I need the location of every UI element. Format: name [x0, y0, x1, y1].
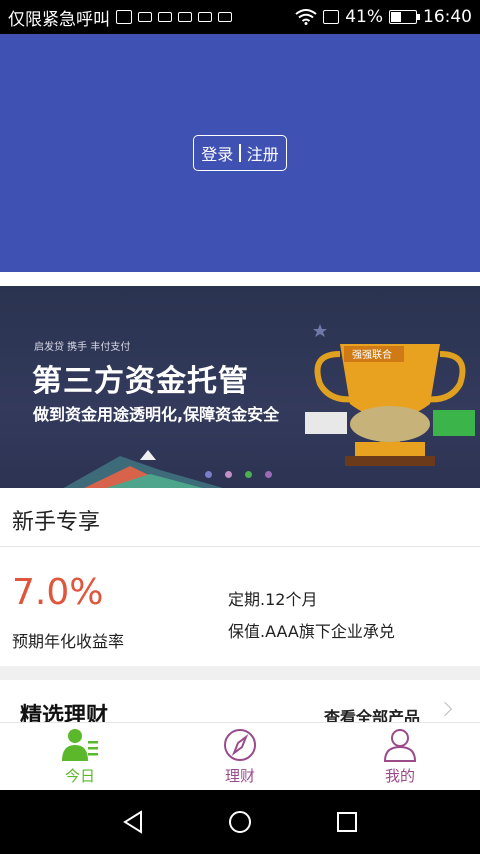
newbie-title: 新手专享	[12, 510, 101, 535]
wifi-icon	[295, 9, 317, 25]
chevron-right-icon[interactable]	[437, 701, 453, 717]
carousel-dot[interactable]	[245, 471, 252, 478]
clock: 16:40	[423, 7, 472, 27]
banner-subtitle: 做到资金用途透明化,保障资金安全	[33, 405, 280, 424]
carousel-dot[interactable]	[205, 471, 212, 478]
system-nav-bar	[0, 790, 480, 854]
keyboard-icon	[138, 12, 152, 22]
banner-tags: 启发贷 携手 丰付支付	[34, 342, 131, 353]
carousel-dot[interactable]	[265, 471, 272, 478]
user-icon	[383, 729, 417, 762]
sim-icon	[116, 10, 132, 24]
term-text: 定期.12个月	[228, 590, 318, 609]
promo-banner[interactable]: 启发贷 携手 丰付支付 第三方资金托管 做到资金用途透明化,保障资金安全 强强联…	[0, 286, 480, 488]
tab-label: 今日	[64, 767, 95, 785]
tab-label: 我的	[384, 767, 415, 785]
carousel-dot[interactable]	[225, 471, 232, 478]
notification-icon	[158, 12, 172, 22]
battery-percent: 41%	[345, 7, 383, 27]
notification-icon	[218, 12, 232, 22]
rate-label: 预期年化收益率	[12, 632, 125, 651]
status-bar: 仅限紧急呼叫 41% 16:40	[0, 0, 480, 34]
sim-card-icon	[323, 10, 340, 24]
notification-icon	[198, 12, 212, 22]
selected-products-header: 精选理财 查看全部产品	[0, 680, 480, 729]
landscape-illustration	[63, 450, 223, 488]
login-button[interactable]: 登录	[201, 141, 233, 165]
compass-icon	[224, 729, 256, 761]
tab-finance[interactable]: 理财	[160, 723, 320, 790]
guarantee-text: 保值.AAA旗下企业承兑	[228, 622, 395, 641]
trophy-handshake-illustration: 强强联合	[305, 324, 475, 466]
divider	[0, 546, 480, 547]
carrier-text: 仅限紧急呼叫	[8, 9, 110, 30]
notification-icon	[178, 12, 192, 22]
spacer	[0, 272, 480, 286]
bottom-tab-bar: 今日 理财 我的	[0, 722, 480, 790]
newbie-card[interactable]: 新手专享 7.0% 预期年化收益率 定期.12个月 保值.AAA旗下企业承兑	[0, 488, 480, 666]
battery-icon	[389, 10, 420, 24]
tab-mine[interactable]: 我的	[320, 723, 480, 790]
trophy-label: 强强联合	[352, 348, 392, 361]
person-list-icon	[62, 729, 98, 761]
tab-today[interactable]: 今日	[0, 723, 160, 790]
register-button[interactable]: 注册	[247, 141, 279, 165]
account-header: 登录 注册	[0, 34, 480, 272]
rate-value: 7.0%	[12, 572, 104, 613]
recents-icon[interactable]	[333, 808, 361, 836]
banner-title: 第三方资金托管	[32, 364, 249, 399]
home-icon[interactable]	[226, 808, 254, 836]
tab-label: 理财	[224, 767, 255, 785]
divider	[239, 144, 241, 162]
login-register-box: 登录 注册	[193, 135, 287, 171]
back-icon[interactable]	[119, 808, 147, 836]
carousel-dots	[205, 471, 272, 478]
